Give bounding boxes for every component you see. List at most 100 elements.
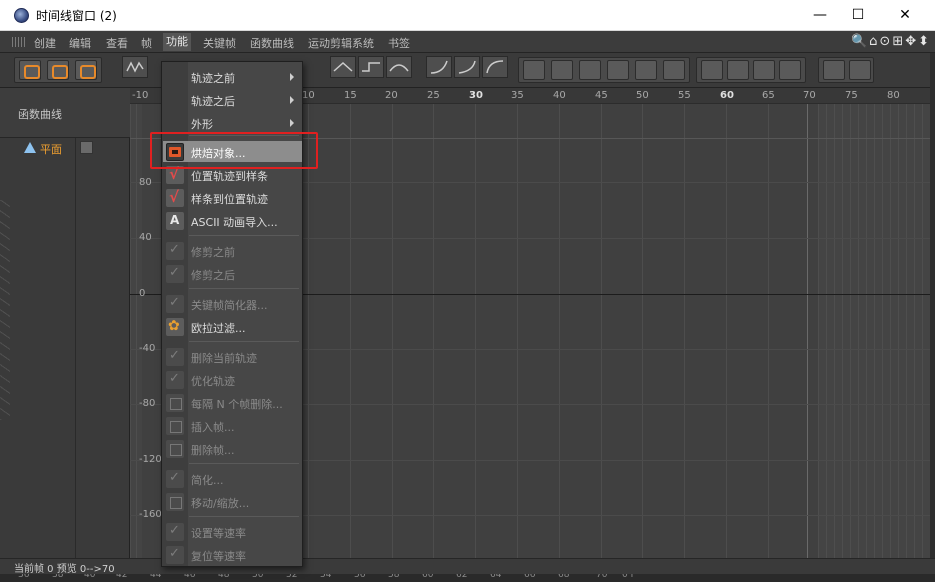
menu-keyframe[interactable]: 关键帧	[203, 35, 236, 51]
viewport-edge-strip	[0, 200, 10, 420]
menu-item-label: 删除帧...	[191, 444, 235, 457]
plane-object-icon	[24, 142, 36, 153]
ease-out-button[interactable]	[482, 56, 508, 78]
bottom-tick: 68	[558, 574, 570, 580]
close-button[interactable]: ✕	[882, 0, 928, 31]
track-row-plane[interactable]: 平面	[12, 140, 130, 156]
menu-item-label: 修剪之后	[191, 269, 235, 282]
menu-item-trim-after[interactable]: 修剪之后	[163, 263, 302, 284]
menu-separator	[189, 235, 299, 236]
menu-item-label: ASCII 动画导入...	[191, 216, 278, 229]
menu-item-euler-filter[interactable]: 欧拉过滤...	[163, 316, 302, 337]
menu-item-reset-constant-speed[interactable]: 复位等速率	[163, 544, 302, 565]
grid-line	[768, 104, 769, 558]
window-title: 时间线窗口 (2)	[36, 9, 117, 23]
menu-item-delete-track[interactable]: 删除当前轨迹	[163, 346, 302, 367]
menu-item-delete-frames[interactable]: 删除帧...	[163, 438, 302, 459]
menu-edit[interactable]: 编辑	[69, 35, 91, 51]
bottom-tick: 42	[116, 574, 128, 580]
menu-item-label: 删除当前轨迹	[191, 352, 257, 365]
tangent-button-4[interactable]	[607, 60, 629, 80]
menu-item-spline-to-track[interactable]: 样条到位置轨迹	[163, 187, 302, 208]
menu-item-before-track[interactable]: 轨迹之前	[163, 66, 302, 87]
track-enable-checkbox[interactable]	[80, 141, 93, 154]
tangent-button-6[interactable]	[663, 60, 685, 80]
menu-item-label: 设置等速率	[191, 527, 246, 540]
tangent-button-1[interactable]	[523, 60, 545, 80]
keyframe-mode-button[interactable]	[19, 60, 41, 80]
bottom-tick: 40	[84, 574, 96, 580]
menu-view[interactable]: 查看	[106, 35, 128, 51]
menu-item-label: 样条到位置轨迹	[191, 193, 268, 206]
menu-item-trim-before[interactable]: 修剪之前	[163, 240, 302, 261]
curve-icon	[166, 188, 184, 207]
menu-item-delete-every-n[interactable]: 每隔 N 个帧删除...	[163, 392, 302, 413]
key-button-1[interactable]	[701, 60, 723, 80]
menu-bookmarks[interactable]: 书签	[388, 35, 410, 51]
frame-tick: 10	[302, 90, 315, 101]
frame-tick: 60	[720, 90, 734, 101]
ease-in-button[interactable]	[454, 56, 480, 78]
object-label[interactable]: 平面	[40, 141, 62, 157]
menu-functions[interactable]: 功能	[163, 33, 191, 51]
menu-item-label: 轨迹之后	[191, 95, 235, 108]
menu-item-insert-frames[interactable]: 插入帧...	[163, 415, 302, 436]
end-frame-marker	[807, 104, 808, 558]
column-divider	[75, 138, 76, 558]
menu-create[interactable]: 创建	[34, 35, 56, 51]
fcurve-mode-button[interactable]	[47, 60, 69, 80]
insert-frame-icon	[166, 417, 184, 435]
toolbar	[0, 53, 935, 88]
menu-motion-system[interactable]: 运动剪辑系统	[308, 35, 374, 51]
step-button[interactable]	[358, 56, 384, 78]
motion-mode-button[interactable]	[75, 60, 97, 80]
navigation-icons[interactable]: 🔍⌂⊙⊞✥⬍	[851, 34, 931, 49]
frame-tick: 80	[887, 90, 900, 101]
bottom-tick: 44	[150, 574, 162, 580]
menu-item-key-reducer[interactable]: 关键帧简化器...	[163, 293, 302, 314]
simplify2-icon	[166, 470, 184, 488]
key-button-4[interactable]	[779, 60, 801, 80]
menu-fcurve[interactable]: 函数曲线	[250, 35, 294, 51]
move-scale-icon	[166, 493, 184, 511]
zero-length-button[interactable]	[849, 60, 871, 80]
euler-icon	[166, 318, 184, 336]
linear-curve-button[interactable]	[426, 56, 452, 78]
menu-item-shape[interactable]: 外形	[163, 112, 302, 133]
menu-item-move-scale[interactable]: 移动/缩放...	[163, 491, 302, 512]
grid-line	[475, 104, 476, 558]
menu-grip-icon[interactable]	[12, 37, 26, 47]
menu-bar: 创建 编辑 查看 帧 功能 关键帧 函数曲线 运动剪辑系统 书签 🔍⌂⊙⊞✥⬍	[0, 31, 935, 53]
menu-item-optimize-track[interactable]: 优化轨迹	[163, 369, 302, 390]
scrollbar-strip[interactable]	[930, 53, 935, 558]
frame-tick: 35	[511, 90, 524, 101]
menu-item-set-constant-speed[interactable]: 设置等速率	[163, 521, 302, 542]
menu-item-ascii-import[interactable]: ASCII 动画导入...	[163, 210, 302, 231]
menu-frame[interactable]: 帧	[141, 35, 152, 51]
menu-item-after-track[interactable]: 轨迹之后	[163, 89, 302, 110]
zero-value-button[interactable]	[823, 60, 845, 80]
tangent-button-3[interactable]	[579, 60, 601, 80]
cinema4d-app-icon	[14, 8, 29, 23]
out-of-range-left	[130, 104, 142, 558]
tangent-button-2[interactable]	[551, 60, 573, 80]
curve-view-button[interactable]	[122, 56, 148, 78]
status-text: 当前帧 0 预览 0-->70	[14, 564, 115, 575]
ease-peak-button[interactable]	[330, 56, 356, 78]
tangent-button-5[interactable]	[635, 60, 657, 80]
simplify-icon	[166, 295, 184, 313]
menu-item-label: 外形	[191, 118, 213, 131]
menu-separator	[189, 288, 299, 289]
grid-line	[392, 104, 393, 558]
bottom-tick: 58	[388, 574, 400, 580]
out-of-range-right	[818, 104, 930, 558]
key-button-3[interactable]	[753, 60, 775, 80]
ease-curve-button[interactable]	[386, 56, 412, 78]
key-button-2[interactable]	[727, 60, 749, 80]
maximize-button[interactable]: ☐	[835, 0, 881, 31]
frame-tick: 50	[636, 90, 649, 101]
bottom-tick: 64	[490, 574, 502, 580]
key-button-group	[696, 57, 806, 83]
menu-item-simplify[interactable]: 简化...	[163, 468, 302, 489]
menu-item-label: 插入帧...	[191, 421, 235, 434]
